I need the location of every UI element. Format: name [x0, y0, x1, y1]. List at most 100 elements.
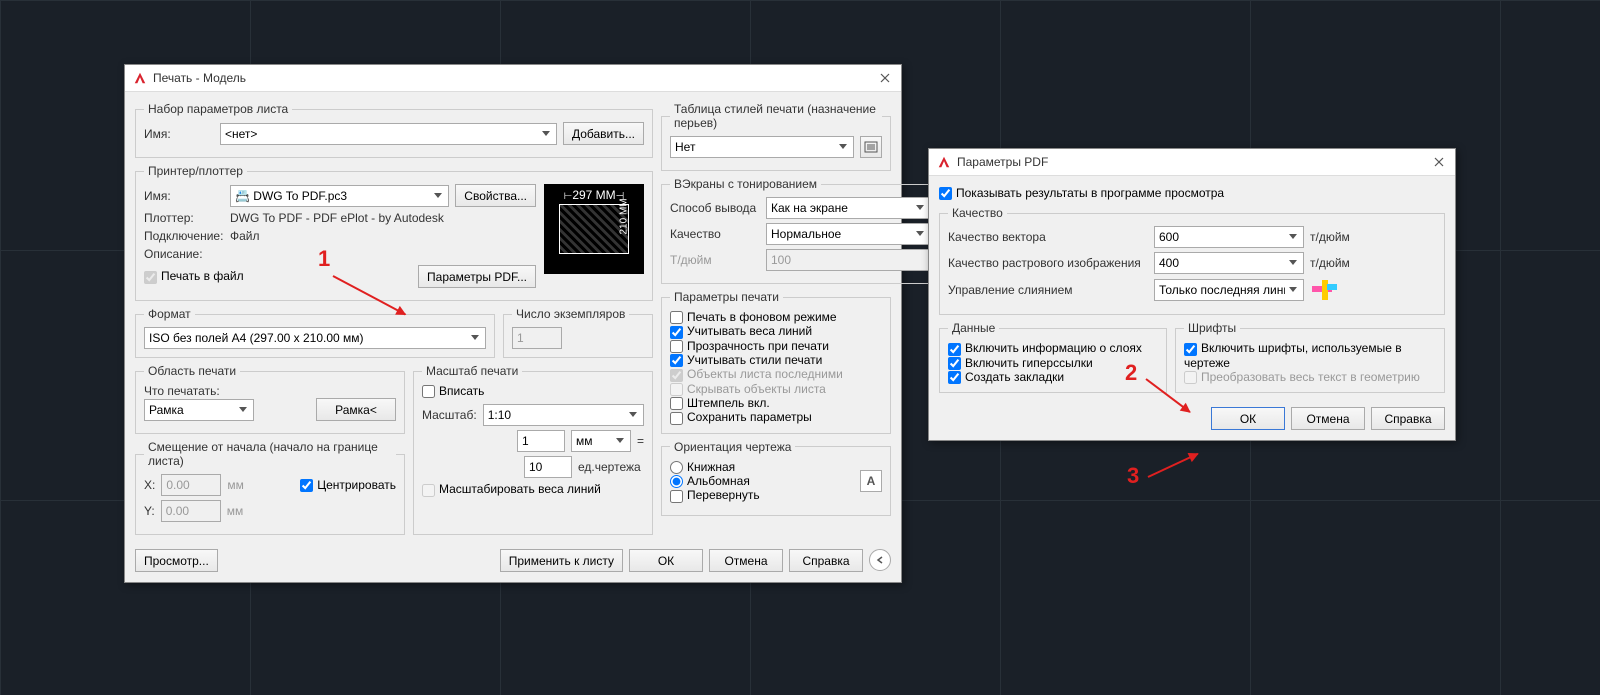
plot-styles-select[interactable]: Нет [670, 136, 854, 158]
dpi-label: Т/дюйм [670, 253, 760, 267]
opt-paperlast: Объекты листа последними [670, 367, 843, 381]
raster-unit: т/дюйм [1310, 256, 1350, 270]
description-label: Описание: [144, 247, 224, 261]
pdf-params-dialog: Параметры PDF Показывать результаты в пр… [928, 148, 1456, 441]
viewports-group: ВЭкраны с тонированием Способ выводаКак … [661, 177, 940, 284]
offset-y-unit: мм [227, 504, 244, 518]
plotter-label: Плоттер: [144, 211, 224, 225]
dialog-body: Показывать результаты в программе просмо… [929, 176, 1455, 440]
merge-select[interactable]: Только последняя линия [1154, 279, 1304, 301]
orient-flip[interactable]: Перевернуть [670, 488, 760, 502]
format-select[interactable]: ISO без полей A4 (297.00 x 210.00 мм) [144, 327, 486, 349]
printer-name-label: Имя: [144, 189, 224, 203]
page-setup-group: Набор параметров листа Имя: <нет> Добави… [135, 102, 653, 158]
titlebar[interactable]: Параметры PDF [929, 149, 1455, 176]
pageset-add-button[interactable]: Добавить... [563, 122, 644, 145]
connection-value: Файл [230, 229, 260, 243]
merge-label: Управление слиянием [948, 283, 1148, 297]
raster-quality-select[interactable]: 400 [1154, 252, 1304, 274]
opt-hide: Скрывать объекты листа [670, 382, 826, 396]
apply-button[interactable]: Применить к листу [500, 549, 623, 572]
ok-button[interactable]: ОК [629, 549, 703, 572]
scale-select[interactable]: 1:10 [483, 404, 644, 426]
preview-button[interactable]: Просмотр... [135, 549, 218, 572]
offset-x-label: X: [144, 478, 155, 492]
what-to-plot-label: Что печатать: [144, 384, 396, 398]
annotation-2: 2 [1125, 360, 1137, 386]
center-option[interactable]: Центрировать [300, 478, 396, 492]
orientation-icon: A [860, 470, 882, 492]
plot-styles-group: Таблица стилей печати (назначение перьев… [661, 102, 891, 171]
bookmarks-option[interactable]: Создать закладки [948, 370, 1064, 384]
format-legend: Формат [144, 307, 195, 321]
pdf-params-button[interactable]: Параметры PDF... [418, 265, 536, 288]
close-icon[interactable] [877, 70, 893, 86]
vector-quality-label: Качество вектора [948, 230, 1148, 244]
expand-icon[interactable] [869, 549, 891, 571]
window-title: Параметры PDF [957, 155, 1431, 169]
plotter-value: DWG To PDF - PDF ePlot - by Autodesk [230, 211, 444, 225]
cancel-button[interactable]: Отмена [1291, 407, 1365, 430]
plot-options-legend: Параметры печати [670, 290, 783, 304]
scale-equals: = [637, 434, 644, 448]
plot-styles-edit-button[interactable] [860, 136, 882, 158]
page-setup-legend: Набор параметров листа [144, 102, 292, 116]
printer-group: Принтер/плоттер Имя: 📇 DWG To PDF.pc3 Св… [135, 164, 653, 301]
opt-save[interactable]: Сохранить параметры [670, 410, 812, 424]
dpi-input [766, 249, 931, 271]
opt-lineweight[interactable]: Учитывать веса линий [670, 324, 812, 338]
scale-weight-option: Масштабировать веса линий [422, 482, 601, 496]
orient-landscape[interactable]: Альбомная [670, 474, 750, 488]
view-results-option[interactable]: Показывать результаты в программе просмо… [939, 186, 1224, 200]
copies-input [512, 327, 562, 349]
orientation-group: Ориентация чертежа Книжная Альбомная Пер… [661, 440, 891, 516]
scale-num-input[interactable] [517, 430, 565, 452]
ok-button[interactable]: ОК [1211, 407, 1285, 430]
printer-props-button[interactable]: Свойства... [455, 184, 536, 207]
what-to-plot-select[interactable]: Рамка [144, 399, 254, 421]
scale-den-input[interactable] [524, 456, 572, 478]
merge-icon [1310, 278, 1338, 302]
scale-label: Масштаб: [422, 408, 477, 422]
orient-portrait[interactable]: Книжная [670, 460, 735, 474]
annotation-arrow-3 [1148, 453, 1199, 478]
plot-options-group: Параметры печати Печать в фоновом режиме… [661, 290, 891, 434]
scale-weight-checkbox [422, 484, 435, 497]
quality-label: Качество [670, 227, 760, 241]
fit-checkbox[interactable] [422, 385, 435, 398]
pageset-name-select[interactable]: <нет> [220, 123, 557, 145]
opt-styles[interactable]: Учитывать стили печати [670, 353, 822, 367]
close-icon[interactable] [1431, 154, 1447, 170]
shade-mode-label: Способ вывода [670, 201, 760, 215]
include-fonts-option[interactable]: Включить шрифты, используемые в чертеже [1184, 341, 1402, 369]
layers-option[interactable]: Включить информацию о слоях [948, 341, 1142, 355]
offset-x-input [161, 474, 221, 496]
help-button[interactable]: Справка [789, 549, 863, 572]
print-to-file-checkbox [144, 271, 157, 284]
quality-select[interactable]: Нормальное [766, 223, 931, 245]
opt-stamp[interactable]: Штемпель вкл. [670, 396, 770, 410]
titlebar[interactable]: Печать - Модель [125, 65, 901, 92]
pageset-name-label: Имя: [144, 127, 214, 141]
plot-styles-legend: Таблица стилей печати (назначение перьев… [670, 102, 882, 130]
format-group: Формат ISO без полей A4 (297.00 x 210.00… [135, 307, 495, 358]
copies-group: Число экземпляров [503, 307, 653, 358]
window-title: Печать - Модель [153, 71, 877, 85]
annotation-1: 1 [318, 246, 330, 272]
opt-transparency[interactable]: Прозрачность при печати [670, 339, 829, 353]
plot-dialog: Печать - Модель Набор параметров листа И… [124, 64, 902, 583]
fit-option[interactable]: Вписать [422, 384, 484, 398]
scale-unit-select[interactable]: мм [571, 430, 631, 452]
help-button[interactable]: Справка [1371, 407, 1445, 430]
vector-quality-select[interactable]: 600 [1154, 226, 1304, 248]
frame-button[interactable]: Рамка< [316, 398, 396, 421]
printer-name-select[interactable]: 📇 DWG To PDF.pc3 [230, 185, 449, 207]
opt-background[interactable]: Печать в фоновом режиме [670, 310, 837, 324]
links-option[interactable]: Включить гиперссылки [948, 356, 1093, 370]
plot-area-group: Область печати Что печатать: Рамка Рамка… [135, 364, 405, 434]
center-checkbox[interactable] [300, 479, 313, 492]
shade-mode-select[interactable]: Как на экране [766, 197, 931, 219]
cancel-button[interactable]: Отмена [709, 549, 783, 572]
printer-legend: Принтер/плоттер [144, 164, 247, 178]
text-to-geom-option: Преобразовать весь текст в геометрию [1184, 370, 1420, 384]
